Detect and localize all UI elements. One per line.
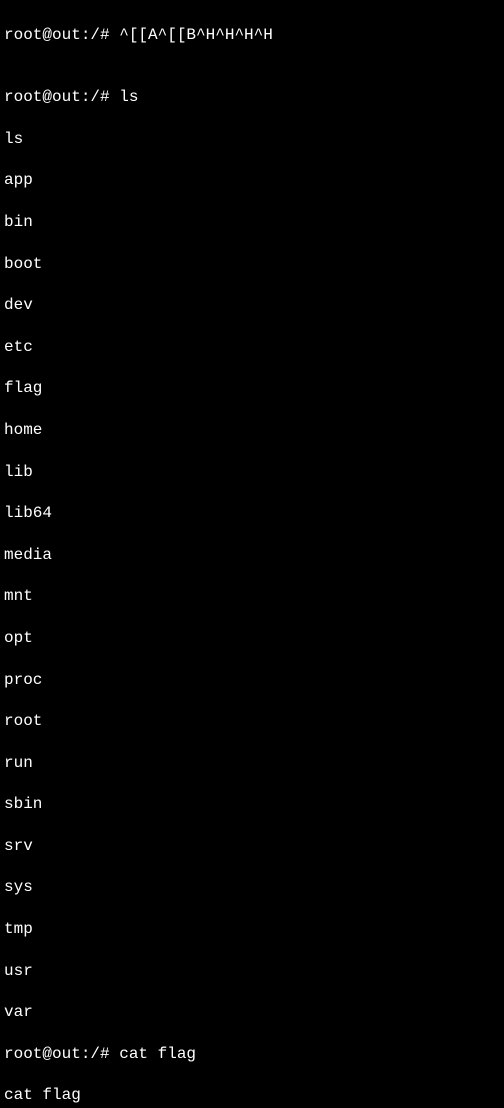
terminal-line: lib: [4, 462, 500, 483]
terminal-line: home: [4, 420, 500, 441]
terminal-line: sys: [4, 877, 500, 898]
terminal-line: root: [4, 711, 500, 732]
terminal-line: cat flag: [4, 1085, 500, 1106]
terminal-line: bin: [4, 212, 500, 233]
terminal-line: app: [4, 170, 500, 191]
terminal-line: etc: [4, 337, 500, 358]
terminal-line: root@out:/# cat flag: [4, 1044, 500, 1065]
terminal-line: sbin: [4, 794, 500, 815]
terminal-line: ls: [4, 129, 500, 150]
terminal-line: tmp: [4, 919, 500, 940]
terminal-line: root@out:/# ^[[A^[[B^H^H^H^H: [4, 25, 500, 46]
terminal-line: opt: [4, 628, 500, 649]
terminal-output[interactable]: root@out:/# ^[[A^[[B^H^H^H^H root@out:/#…: [4, 4, 500, 1108]
terminal-line: boot: [4, 254, 500, 275]
terminal-line: proc: [4, 670, 500, 691]
terminal-line: lib64: [4, 503, 500, 524]
terminal-line: mnt: [4, 586, 500, 607]
terminal-line: run: [4, 753, 500, 774]
terminal-line: usr: [4, 961, 500, 982]
terminal-line: root@out:/# ls: [4, 87, 500, 108]
terminal-line: dev: [4, 295, 500, 316]
terminal-line: flag: [4, 378, 500, 399]
terminal-line: srv: [4, 836, 500, 857]
terminal-line: media: [4, 545, 500, 566]
terminal-line: var: [4, 1002, 500, 1023]
